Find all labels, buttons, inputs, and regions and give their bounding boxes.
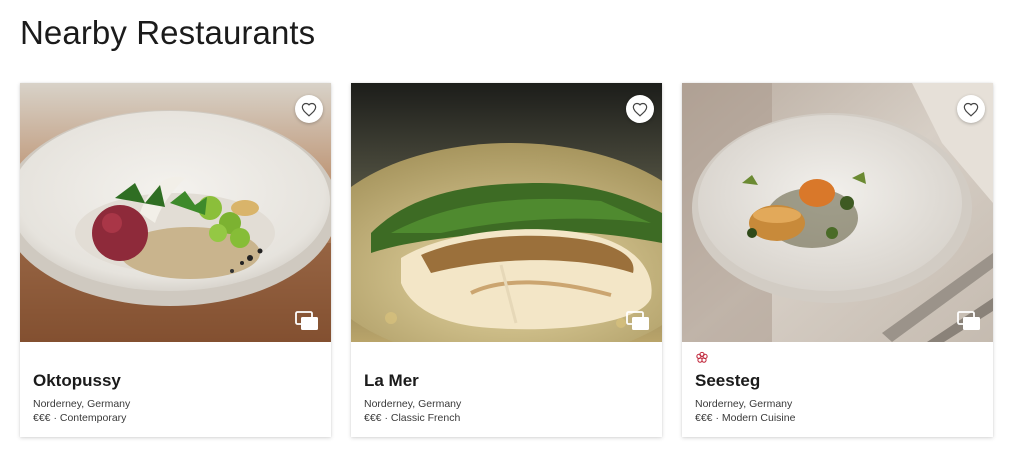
restaurant-location: Norderney, Germany	[695, 398, 793, 410]
dish-image	[682, 83, 993, 342]
page-title: Nearby Restaurants	[20, 14, 316, 51]
heart-outline-icon	[301, 102, 317, 117]
price-level: €€€	[33, 412, 51, 424]
heart-outline-icon	[963, 102, 979, 117]
dish-image	[20, 83, 331, 342]
restaurant-name[interactable]: Oktopussy	[33, 371, 319, 391]
heart-outline-icon	[632, 102, 648, 117]
award-slot	[33, 351, 319, 365]
separator: ·	[715, 412, 719, 424]
restaurant-photo[interactable]	[351, 83, 662, 342]
price-level: €€€	[695, 412, 713, 424]
restaurant-location: Norderney, Germany	[364, 398, 462, 410]
restaurant-info: Oktopussy Norderney, Germany €€€ · Conte…	[33, 351, 319, 425]
restaurant-card[interactable]: La Mer Norderney, Germany €€€ · Classic …	[351, 83, 662, 437]
restaurant-price-cuisine: €€€ · Modern Cuisine	[695, 411, 981, 425]
restaurant-card[interactable]: Seesteg Norderney, Germany €€€ · Modern …	[682, 83, 993, 437]
restaurant-card[interactable]: Oktopussy Norderney, Germany €€€ · Conte…	[20, 83, 331, 437]
restaurant-photo[interactable]	[682, 83, 993, 342]
price-level: €€€	[364, 412, 382, 424]
image-gallery-icon[interactable]	[295, 311, 319, 331]
restaurant-card-list: Oktopussy Norderney, Germany €€€ · Conte…	[20, 83, 993, 437]
restaurant-price-cuisine: €€€ · Classic French	[364, 411, 650, 425]
cuisine: Contemporary	[59, 412, 127, 424]
favorite-button[interactable]	[626, 95, 654, 123]
restaurant-location: Norderney, Germany	[33, 398, 131, 410]
restaurant-price-cuisine: €€€ · Contemporary	[33, 411, 319, 425]
favorite-button[interactable]	[295, 95, 323, 123]
image-gallery-icon[interactable]	[957, 311, 981, 331]
separator: ·	[384, 412, 388, 424]
cuisine: Classic French	[390, 412, 461, 424]
restaurant-info: Seesteg Norderney, Germany €€€ · Modern …	[695, 351, 981, 425]
separator: ·	[53, 412, 57, 424]
restaurant-info: La Mer Norderney, Germany €€€ · Classic …	[364, 351, 650, 425]
award-slot	[364, 351, 650, 365]
dish-image	[351, 83, 662, 342]
cuisine: Modern Cuisine	[721, 412, 796, 424]
restaurant-name[interactable]: La Mer	[364, 371, 650, 391]
restaurant-name[interactable]: Seesteg	[695, 371, 981, 391]
award-slot	[695, 351, 981, 365]
favorite-button[interactable]	[957, 95, 985, 123]
michelin-star-icon	[696, 351, 708, 363]
image-gallery-icon[interactable]	[626, 311, 650, 331]
restaurant-photo[interactable]	[20, 83, 331, 342]
